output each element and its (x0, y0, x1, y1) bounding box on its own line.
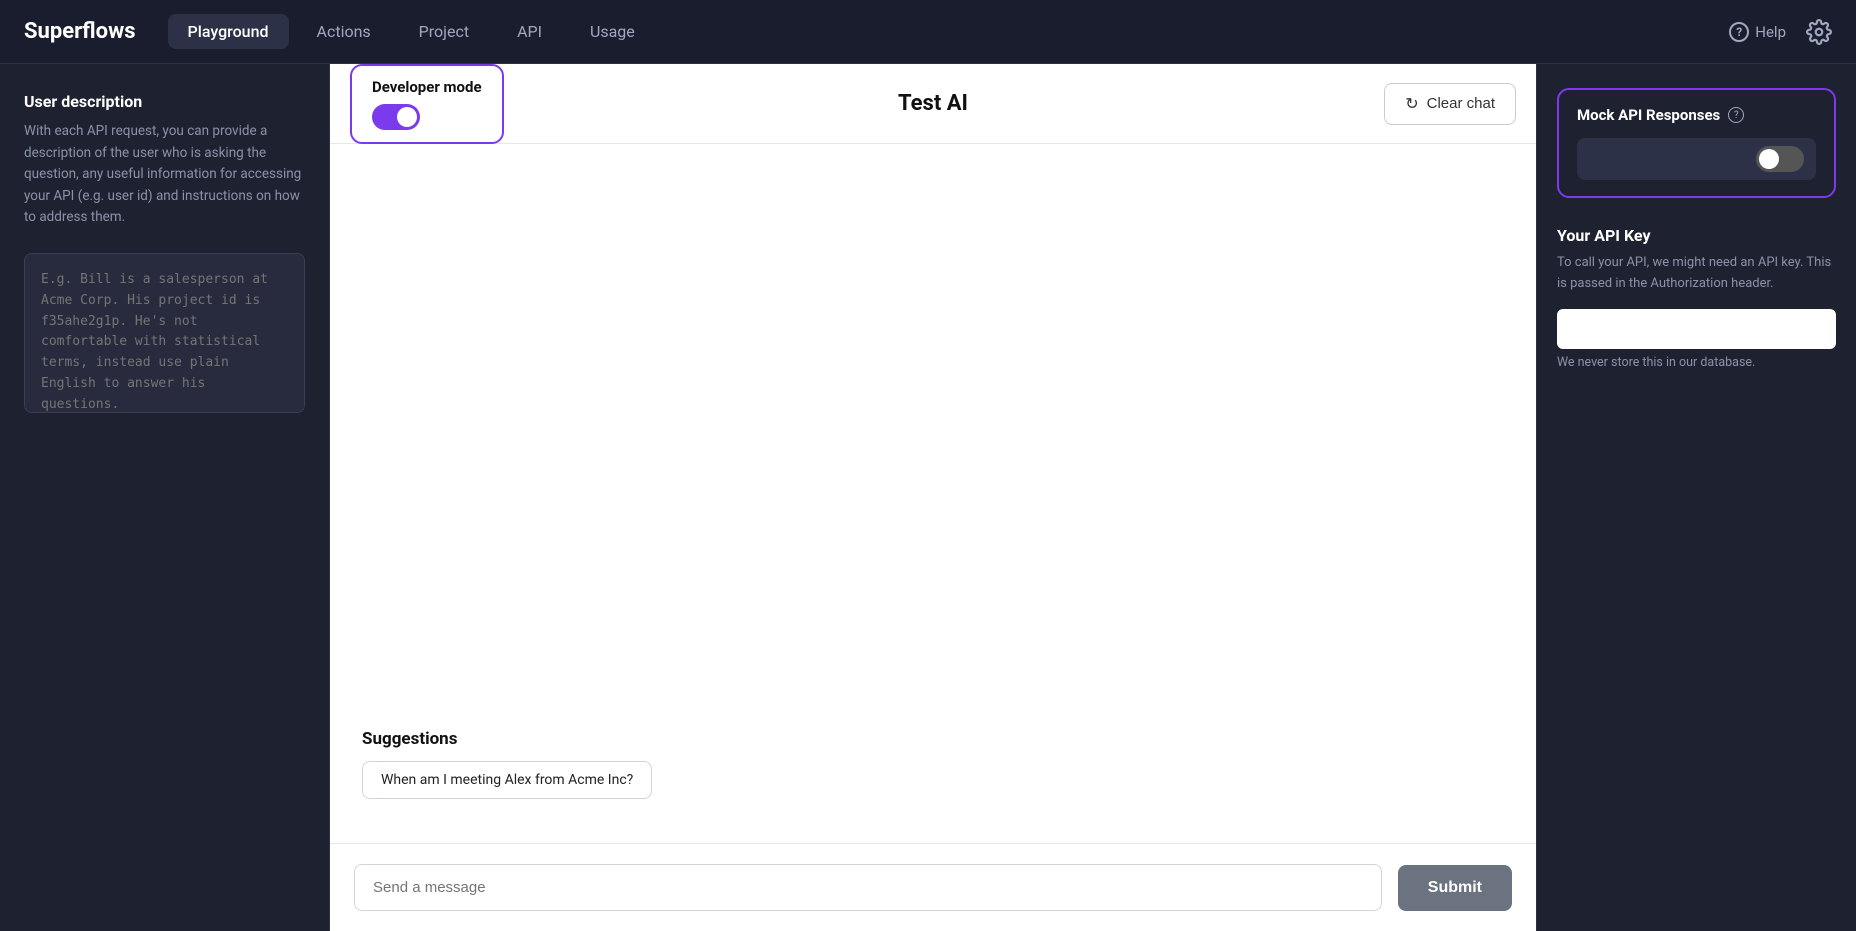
api-key-title: Your API Key (1557, 226, 1836, 245)
logo: Superflows (24, 19, 136, 44)
refresh-icon: ↻ (1405, 94, 1418, 114)
clear-chat-label: Clear chat (1427, 95, 1495, 112)
sidebar: User description With each API request, … (0, 64, 330, 931)
mock-api-info-icon: ? (1728, 107, 1744, 123)
mock-api-title: Mock API Responses (1577, 106, 1720, 124)
help-icon: ? (1729, 22, 1749, 42)
developer-mode-box: Developer mode (350, 64, 504, 144)
suggestions-section: Suggestions When am I meeting Alex from … (362, 729, 1504, 819)
developer-mode-toggle[interactable] (372, 104, 420, 130)
nav-api[interactable]: API (497, 14, 562, 49)
nav-usage[interactable]: Usage (570, 14, 655, 49)
mock-api-slider (1756, 146, 1804, 172)
right-panel: Mock API Responses ? Your API Key To cal… (1536, 64, 1856, 931)
suggestions-label: Suggestions (362, 729, 1504, 749)
developer-mode-slider (372, 104, 420, 130)
main-layout: User description With each API request, … (0, 64, 1856, 931)
chat-title-area: Test AI (898, 91, 968, 116)
settings-icon[interactable] (1806, 19, 1832, 45)
help-label: Help (1755, 23, 1786, 41)
mock-api-header: Mock API Responses ? (1577, 106, 1816, 124)
chat-title: Test AI (898, 91, 968, 116)
sidebar-title: User description (24, 92, 305, 111)
chat-area: Suggestions When am I meeting Alex from … (330, 144, 1536, 843)
nav: Playground Actions Project API Usage (168, 14, 1730, 49)
mock-api-toggle[interactable] (1756, 146, 1804, 172)
api-key-section: Your API Key To call your API, we might … (1557, 226, 1836, 370)
sidebar-description: With each API request, you can provide a… (24, 121, 305, 229)
mock-api-toggle-row (1577, 138, 1816, 180)
api-key-description: To call your API, we might need an API k… (1557, 253, 1836, 295)
suggestion-chip[interactable]: When am I meeting Alex from Acme Inc? (362, 761, 652, 799)
user-description-input[interactable] (24, 253, 305, 413)
input-area: Submit (330, 843, 1536, 931)
nav-playground[interactable]: Playground (168, 14, 289, 49)
help-button[interactable]: ? Help (1729, 22, 1786, 42)
api-key-input[interactable] (1557, 309, 1836, 349)
mock-api-box: Mock API Responses ? (1557, 88, 1836, 198)
header-right: ? Help (1729, 19, 1832, 45)
clear-chat-button[interactable]: ↻ Clear chat (1384, 83, 1516, 125)
center-panel: Developer mode Test AI ↻ Clear chat Sugg… (330, 64, 1536, 931)
api-key-note: We never store this in our database. (1557, 355, 1836, 370)
dev-mode-bar: Developer mode Test AI ↻ Clear chat (330, 64, 1536, 144)
developer-mode-label: Developer mode (372, 78, 482, 96)
nav-actions[interactable]: Actions (297, 14, 391, 49)
header: Superflows Playground Actions Project AP… (0, 0, 1856, 64)
submit-button[interactable]: Submit (1398, 865, 1512, 911)
nav-project[interactable]: Project (399, 14, 489, 49)
message-input[interactable] (354, 864, 1382, 911)
